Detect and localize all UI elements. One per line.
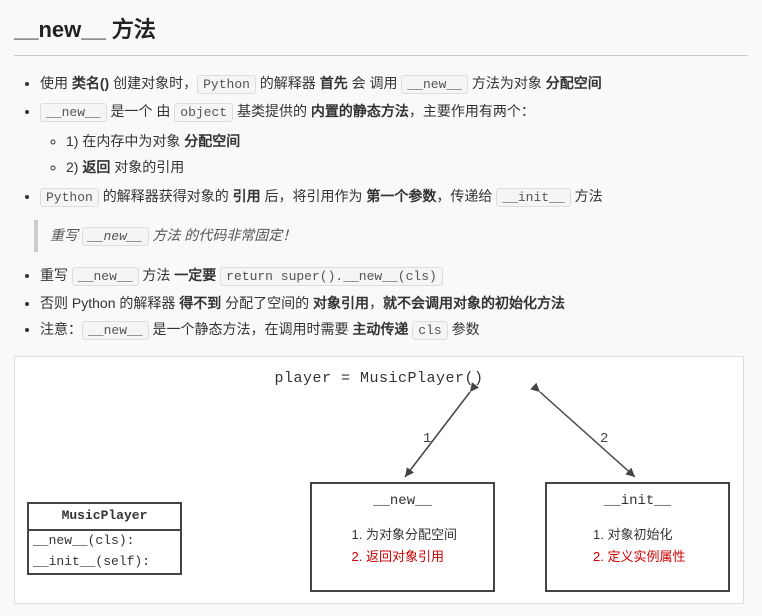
bold: 一定要 — [174, 267, 220, 283]
code: __new__ — [40, 103, 107, 122]
code: __init__ — [496, 188, 570, 207]
list-item: 重写 __new__ 方法 一定要 return super().__new__… — [40, 264, 748, 288]
text: 的解释器 — [256, 75, 320, 91]
bold: 就不会调用对象的初始化方法 — [383, 295, 565, 311]
box-item: 返回对象引用 — [366, 547, 457, 568]
text: 分配了空间的 — [221, 295, 313, 311]
bold: 对象引用 — [313, 295, 369, 311]
edge-label-1: 1 — [423, 431, 431, 447]
list-item: 注意：__new__ 是一个静态方法，在调用时需要 主动传递 cls 参数 — [40, 318, 748, 342]
page-title: __new__ 方法 — [14, 12, 748, 56]
text: 重写 — [50, 227, 82, 243]
box-item: 为对象分配空间 — [366, 525, 457, 546]
text: 基类提供的 — [233, 103, 311, 119]
text: 创建对象时， — [109, 75, 197, 91]
code: __new__ — [72, 267, 139, 286]
box-title: __new__ — [312, 490, 493, 512]
edge-label-2: 2 — [600, 431, 608, 447]
text: 是一个静态方法，在调用时需要 — [149, 321, 353, 337]
text: 参数 — [448, 321, 480, 337]
text: 方法 的代码非常固定！ — [149, 227, 297, 243]
text: 对象的引用 — [110, 159, 184, 175]
code: Python — [40, 188, 99, 207]
bullet-list-secondary: 重写 __new__ 方法 一定要 return super().__new__… — [14, 264, 748, 342]
list-item: Python 的解释器获得对象的 引用 后，将引用作为 第一个参数，传递给 __… — [40, 185, 748, 209]
text: 方法 — [139, 267, 175, 283]
bold: 首先 — [320, 75, 348, 91]
text: 1) 在内存中为对象 — [66, 133, 184, 149]
bold: 分配空间 — [546, 75, 602, 91]
text: 注意： — [40, 321, 82, 337]
bold: 类名() — [72, 75, 109, 91]
diagram: player = MusicPlayer() 1 2 MusicPlayer _… — [14, 356, 744, 604]
box-title: __init__ — [547, 490, 728, 512]
text: 重写 — [40, 267, 72, 283]
new-box: __new__ 为对象分配空间 返回对象引用 — [310, 482, 495, 592]
code: __new__ — [82, 227, 149, 246]
uml-class-name: MusicPlayer — [29, 504, 180, 531]
uml-body: __new__(cls): __init__(self): — [29, 531, 180, 573]
list-item: __new__ 是一个 由 object 基类提供的 内置的静态方法，主要作用有… — [40, 100, 748, 179]
bold: 主动传递 — [352, 321, 412, 337]
code: Python — [197, 75, 256, 94]
code: object — [174, 103, 233, 122]
bullet-list-main: 使用 类名() 创建对象时，Python 的解释器 首先 会 调用 __new_… — [14, 72, 748, 208]
code: __new__ — [401, 75, 468, 94]
text: 2) — [66, 159, 82, 175]
bold: 引用 — [233, 188, 261, 204]
uml-box: MusicPlayer __new__(cls): __init__(self)… — [27, 502, 182, 574]
text: 使用 — [40, 75, 72, 91]
text: 方法为对象 — [468, 75, 546, 91]
code: return super().__new__(cls) — [220, 267, 443, 286]
bold: 返回 — [82, 159, 110, 175]
code: __new__ — [82, 321, 149, 340]
list-item: 否则 Python 的解释器 得不到 分配了空间的 对象引用，就不会调用对象的初… — [40, 292, 748, 314]
text: 是一个 由 — [107, 103, 175, 119]
text: 否则 Python 的解释器 — [40, 295, 179, 311]
uml-method: __init__(self): — [29, 552, 180, 573]
code: cls — [412, 321, 447, 340]
text: ，主要作用有两个： — [409, 103, 535, 119]
box-item: 对象初始化 — [607, 525, 685, 546]
callout-quote: 重写 __new__ 方法 的代码非常固定！ — [34, 220, 748, 252]
list-item: 使用 类名() 创建对象时，Python 的解释器 首先 会 调用 __new_… — [40, 72, 748, 96]
text: ， — [369, 295, 383, 311]
list-item: 2) 返回 对象的引用 — [66, 156, 748, 178]
bold: 第一个参数 — [366, 188, 436, 204]
box-item: 定义实例属性 — [607, 547, 685, 568]
text: 会 调用 — [348, 75, 402, 91]
text: 方法 — [571, 188, 603, 204]
text: 的解释器获得对象的 — [99, 188, 233, 204]
bold: 内置的静态方法 — [311, 103, 409, 119]
bold: 得不到 — [179, 295, 221, 311]
bold: 分配空间 — [184, 133, 240, 149]
text: ，传递给 — [436, 188, 496, 204]
uml-method: __new__(cls): — [29, 531, 180, 552]
text: 后，将引用作为 — [261, 188, 367, 204]
sub-list: 1) 在内存中为对象 分配空间 2) 返回 对象的引用 — [40, 130, 748, 179]
list-item: 1) 在内存中为对象 分配空间 — [66, 130, 748, 152]
init-box: __init__ 对象初始化 定义实例属性 — [545, 482, 730, 592]
